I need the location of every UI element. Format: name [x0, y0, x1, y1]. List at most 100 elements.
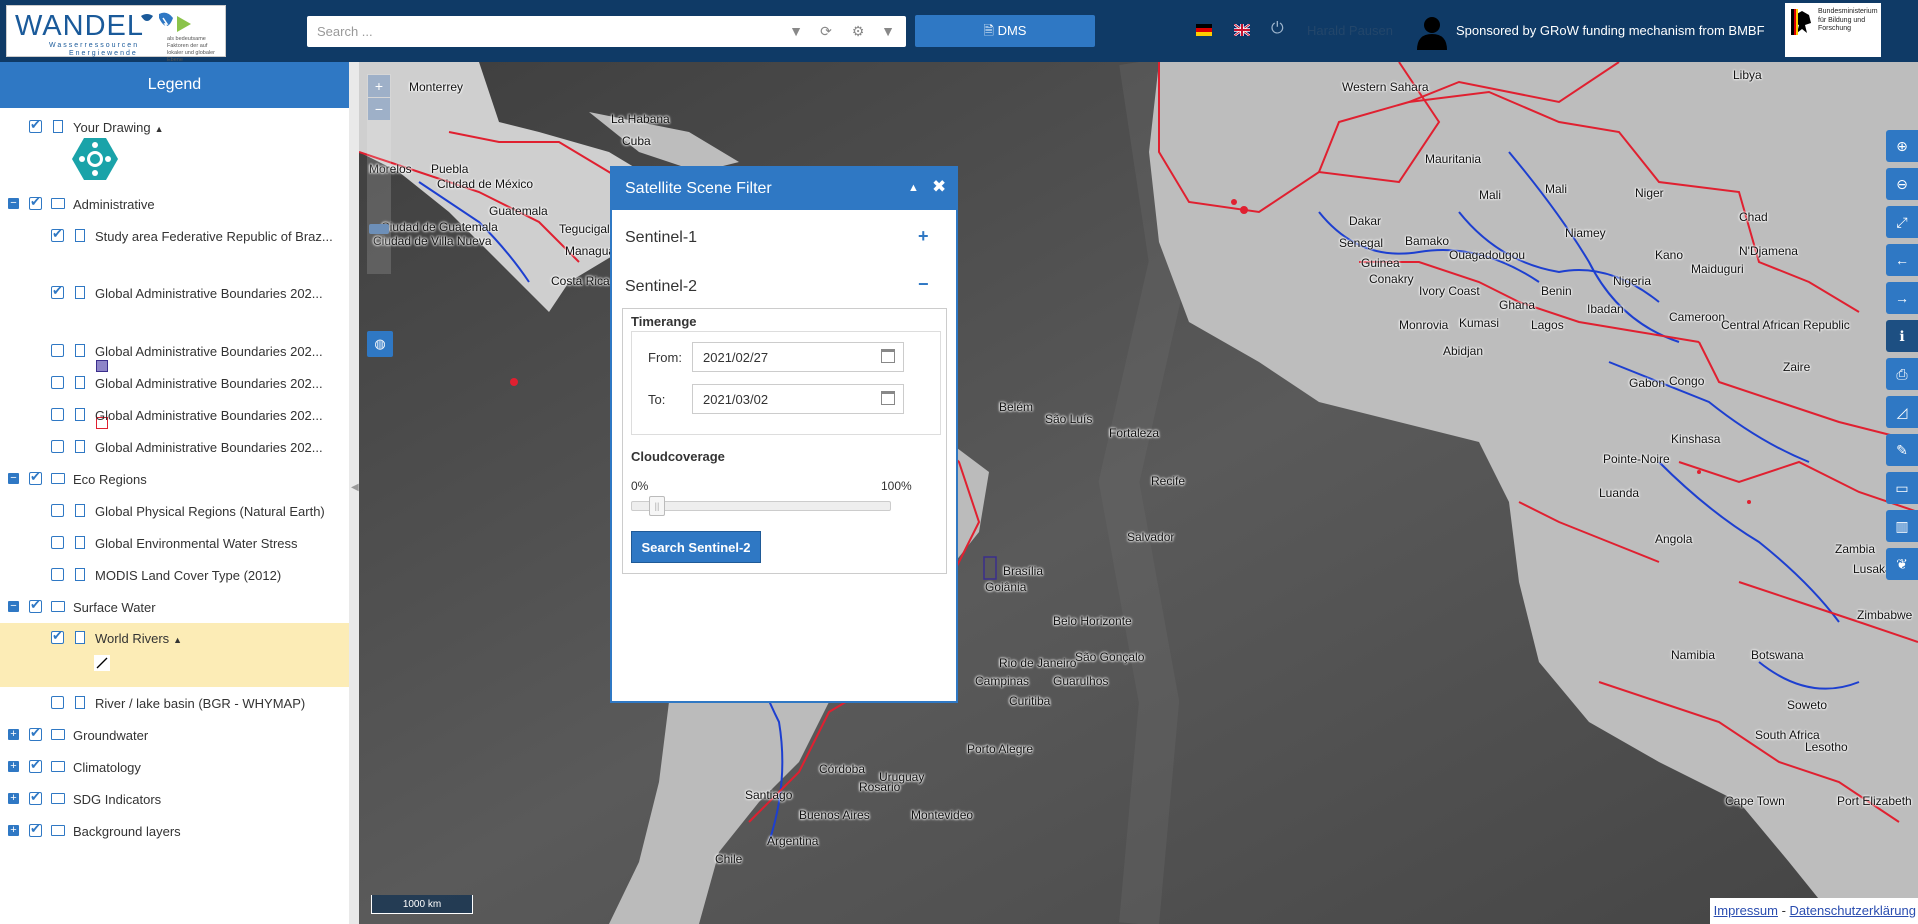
- gear-icon[interactable]: ⚙: [849, 22, 867, 40]
- collapse-icon[interactable]: −: [8, 198, 19, 209]
- user-avatar-icon[interactable]: [1412, 12, 1452, 52]
- back-arrow-icon[interactable]: ←: [1886, 244, 1918, 276]
- sentinel-2-header[interactable]: Sentinel-2: [625, 278, 697, 296]
- sentinel-1-header[interactable]: Sentinel-1: [625, 229, 697, 247]
- layer-checkbox[interactable]: [51, 536, 64, 549]
- bmbf-logo[interactable]: Bundesministerium für Bildung und Forsch…: [1785, 3, 1881, 57]
- layer-gadm-4[interactable]: Global Administrative Boundaries 202...: [0, 403, 349, 427]
- map-label: Montevideo: [911, 808, 974, 822]
- layer-river-basin[interactable]: River / lake basin (BGR - WHYMAP): [0, 691, 349, 715]
- zoom-in-icon[interactable]: ⊕: [1886, 130, 1918, 162]
- chevron-down-icon[interactable]: ▼: [787, 22, 805, 40]
- zoom-out-button[interactable]: −: [368, 98, 390, 120]
- impressum-link[interactable]: Impressum: [1714, 903, 1778, 918]
- collapse-icon[interactable]: −: [8, 601, 19, 612]
- minimize-icon[interactable]: ▲: [908, 182, 919, 194]
- map-label: Rio de Janeiro: [999, 656, 1077, 670]
- layer-water-stress[interactable]: Global Environmental Water Stress: [0, 531, 349, 555]
- refresh-icon[interactable]: ⟳: [817, 22, 835, 40]
- group-checkbox[interactable]: [29, 469, 42, 485]
- layer-checkbox[interactable]: [51, 226, 64, 242]
- close-icon[interactable]: ✖: [932, 177, 946, 197]
- layer-modis[interactable]: MODIS Land Cover Type (2012): [0, 563, 349, 587]
- settings-dropdown-icon[interactable]: ▼: [879, 22, 897, 40]
- search-sentinel-2-button[interactable]: Search Sentinel-2: [631, 531, 761, 563]
- to-label: To:: [648, 392, 666, 407]
- layer-gadm-1[interactable]: Global Administrative Boundaries 202...: [0, 281, 349, 305]
- layer-checkbox[interactable]: [51, 440, 64, 453]
- layer-checkbox[interactable]: [51, 628, 64, 644]
- caret-up-icon[interactable]: ▲: [173, 635, 182, 645]
- layer-checkbox[interactable]: [51, 408, 64, 421]
- group-eco-regions[interactable]: − Eco Regions: [0, 467, 349, 491]
- monitor-icon[interactable]: ▭: [1886, 472, 1918, 504]
- uk-flag-icon[interactable]: [1234, 24, 1250, 36]
- info-icon[interactable]: ℹ: [1886, 320, 1918, 352]
- layer-your-drawing[interactable]: Your Drawing▲: [0, 115, 349, 139]
- privacy-link[interactable]: Datenschutzerklärung: [1790, 903, 1916, 918]
- group-climatology[interactable]: + Climatology: [0, 755, 349, 779]
- map-canvas[interactable]: [359, 62, 1918, 924]
- group-checkbox[interactable]: [29, 194, 42, 210]
- pencil-icon[interactable]: ✎: [1886, 434, 1918, 466]
- dialog-titlebar[interactable]: Satellite Scene Filter ▲ ✖: [612, 168, 956, 210]
- search-input[interactable]: Search ...: [317, 24, 373, 39]
- group-sdg-indicators[interactable]: + SDG Indicators: [0, 787, 349, 811]
- collapse-icon[interactable]: −: [8, 473, 19, 484]
- caret-up-icon[interactable]: ▲: [155, 124, 164, 134]
- group-checkbox[interactable]: [29, 789, 42, 805]
- dms-button[interactable]: 🗎 DMS: [915, 15, 1095, 47]
- search-box[interactable]: Search ... ▼ ⟳ ⚙ ▼: [307, 16, 906, 47]
- zoom-out-icon[interactable]: ⊖: [1886, 168, 1918, 200]
- group-checkbox[interactable]: [29, 821, 42, 837]
- map-icon[interactable]: ▥: [1886, 510, 1918, 542]
- layer-physical-regions[interactable]: Global Physical Regions (Natural Earth): [0, 499, 349, 523]
- group-label: Climatology: [73, 760, 141, 775]
- group-background-layers[interactable]: + Background layers: [0, 819, 349, 843]
- expand-icon[interactable]: +: [8, 793, 19, 804]
- zoom-in-button[interactable]: +: [368, 75, 390, 97]
- zoom-slider-handle[interactable]: [369, 224, 389, 234]
- layer-checkbox[interactable]: [51, 568, 64, 581]
- layer-gadm-2[interactable]: Global Administrative Boundaries 202...: [0, 339, 349, 363]
- power-logout-icon[interactable]: ⏻: [1271, 20, 1284, 38]
- wandel-logo[interactable]: WANDEL Wasserressourcen Energiewende als…: [6, 5, 226, 63]
- expand-icon[interactable]: +: [8, 761, 19, 772]
- group-checkbox[interactable]: [29, 725, 42, 741]
- layer-gadm-5[interactable]: Global Administrative Boundaries 202...: [0, 435, 349, 459]
- calendar-icon[interactable]: [881, 391, 895, 405]
- leaf-icon[interactable]: ❦: [1886, 548, 1918, 580]
- layer-checkbox[interactable]: [51, 283, 64, 299]
- expand-plus-icon[interactable]: +: [918, 226, 929, 247]
- group-checkbox[interactable]: [29, 597, 42, 613]
- globe-icon[interactable]: ◍: [367, 331, 393, 357]
- to-date-input[interactable]: 2021/03/02: [692, 384, 904, 414]
- from-date-input[interactable]: 2021/02/27: [692, 342, 904, 372]
- group-surface-water[interactable]: − Surface Water: [0, 595, 349, 619]
- measure-icon[interactable]: ◿: [1886, 396, 1918, 428]
- collapse-minus-icon[interactable]: −: [918, 274, 929, 295]
- layer-checkbox[interactable]: [51, 344, 64, 357]
- expand-icon[interactable]: +: [8, 729, 19, 740]
- calendar-icon[interactable]: [881, 349, 895, 363]
- sidebar-splitter[interactable]: ◀: [349, 62, 359, 924]
- map-view[interactable]: Monterrey La Habana Cuba Morelos Puebla …: [359, 62, 1918, 924]
- forward-arrow-icon[interactable]: →: [1886, 282, 1918, 314]
- german-flag-icon[interactable]: [1196, 24, 1212, 36]
- fullscreen-icon[interactable]: ⤢: [1886, 206, 1918, 238]
- group-administrative[interactable]: − Administrative: [0, 192, 349, 216]
- cloud-slider-handle[interactable]: ||: [649, 496, 665, 516]
- collapse-arrow-icon[interactable]: ◀: [351, 482, 359, 493]
- cloud-slider-track[interactable]: [631, 501, 891, 511]
- layer-checkbox[interactable]: [29, 117, 42, 133]
- layer-gadm-3[interactable]: Global Administrative Boundaries 202...: [0, 371, 349, 395]
- layer-study-area[interactable]: Study area Federative Republic of Braz..…: [0, 224, 349, 248]
- group-groundwater[interactable]: + Groundwater: [0, 723, 349, 747]
- layer-checkbox[interactable]: [51, 376, 64, 389]
- layer-checkbox[interactable]: [51, 504, 64, 517]
- layer-world-rivers[interactable]: World Rivers▲: [0, 623, 349, 687]
- print-icon[interactable]: ⎙: [1886, 358, 1918, 390]
- layer-checkbox[interactable]: [51, 696, 64, 709]
- expand-icon[interactable]: +: [8, 825, 19, 836]
- group-checkbox[interactable]: [29, 757, 42, 773]
